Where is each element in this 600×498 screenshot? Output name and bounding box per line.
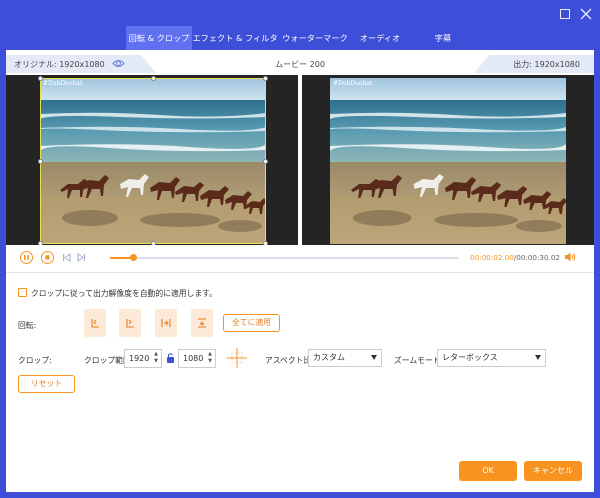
flip-horizontal-button[interactable]	[155, 309, 177, 337]
reset-button[interactable]: リセット	[18, 375, 75, 393]
playback-bar: 00:00:02.00/00:00:30.02	[6, 245, 594, 271]
tab-subtitles[interactable]: 字幕	[408, 26, 478, 50]
current-time: 00:00:02.00	[470, 253, 514, 262]
zoom-mode-value: レターボックス	[442, 353, 498, 362]
crop-box[interactable]	[38, 76, 268, 246]
stop-icon	[45, 255, 50, 260]
crop-height-stepper[interactable]: ▲ ▼	[206, 351, 214, 366]
crop-handle-top-right[interactable]	[263, 76, 268, 81]
video-watermark-text: #DubDeohat	[333, 80, 373, 87]
chevron-down-icon	[371, 355, 377, 360]
rotate-left-icon	[91, 319, 99, 328]
volume-icon[interactable]	[564, 251, 576, 263]
rotate-right-button[interactable]	[119, 309, 141, 337]
crop-handle-top-left[interactable]	[38, 76, 43, 81]
crop-width-value: 1920	[129, 354, 150, 363]
auto-apply-label: クロップに従って出力解像度を自動的に適用します。	[31, 289, 217, 298]
crop-handle-right[interactable]	[263, 159, 268, 164]
crop-handle-top[interactable]	[151, 76, 156, 81]
chevron-down-icon	[535, 355, 541, 360]
crop-width-stepper[interactable]: ▲ ▼	[152, 351, 160, 366]
progress-track[interactable]	[110, 257, 458, 259]
crop-label: クロップ:	[18, 356, 52, 365]
maximize-icon[interactable]	[560, 9, 570, 19]
pause-icon	[24, 255, 29, 260]
previous-frame-icon[interactable]	[62, 253, 71, 262]
aspect-ratio-select[interactable]: カスタム	[308, 349, 382, 367]
stop-button[interactable]	[41, 251, 54, 264]
rotate-label: 回転:	[18, 321, 37, 330]
rotate-right-icon	[126, 319, 134, 328]
zoom-mode-select[interactable]: レターボックス	[437, 349, 546, 367]
apply-to-all-button[interactable]: 全てに適用	[223, 314, 280, 332]
pause-button[interactable]	[20, 251, 33, 264]
center-crop-icon[interactable]	[226, 347, 248, 369]
tab-audio[interactable]: オーディオ	[352, 26, 408, 50]
flip-vertical-icon	[198, 318, 206, 328]
preview-info-bar: オリジナル: 1920x1080 ムービー 200 出力: 1920x1080	[6, 55, 594, 73]
tab-watermark[interactable]: ウォーターマーク	[278, 26, 352, 50]
aspect-ratio-value: カスタム	[313, 353, 345, 362]
crop-width-input[interactable]: 1920 ▲ ▼	[124, 349, 162, 368]
output-resolution-label: 出力: 1920x1080	[513, 60, 580, 69]
crop-handle-left[interactable]	[38, 159, 43, 164]
tab-rotate-crop[interactable]: 回転 & クロップ	[126, 26, 192, 50]
rotate-left-button[interactable]	[84, 309, 106, 337]
main-panel: オリジナル: 1920x1080 ムービー 200 出力: 1920x1080	[6, 50, 594, 492]
next-frame-icon[interactable]	[77, 253, 86, 262]
flip-horizontal-icon	[161, 319, 171, 327]
movie-title: ムービー 200	[275, 60, 325, 69]
auto-apply-checkbox[interactable]	[18, 288, 27, 297]
ok-button[interactable]: OK	[459, 461, 517, 481]
time-display: 00:00:02.00/00:00:30.02	[470, 253, 560, 262]
title-bar: 回転 & クロップ エフェクト & フィルター ウォーターマーク オーディオ 字…	[0, 0, 600, 67]
lock-aspect-icon[interactable]	[166, 352, 175, 364]
zoom-mode-label: ズームモード:	[394, 356, 444, 365]
close-icon[interactable]	[580, 8, 592, 20]
crop-height-value: 1080	[183, 354, 204, 363]
settings-area: クロップに従って出力解像度を自動的に適用します。 回転: 全てに適用 クロップ:…	[6, 272, 594, 492]
flip-vertical-button[interactable]	[191, 309, 213, 337]
crop-height-input[interactable]: 1080 ▲ ▼	[178, 349, 216, 368]
cancel-button[interactable]: キャンセル	[524, 461, 582, 481]
original-preview: #DubDeohat	[6, 75, 298, 246]
output-video-frame: #DubDeohat	[330, 78, 566, 244]
tab-bar: 回転 & クロップ エフェクト & フィルター ウォーターマーク オーディオ 字…	[126, 26, 478, 67]
aspect-ratio-label: アスペクト比:	[265, 356, 314, 365]
total-time: 00:00:30.02	[516, 253, 560, 262]
output-preview: #DubDeohat	[302, 75, 594, 245]
progress-handle[interactable]	[129, 254, 137, 261]
tab-effects-filters[interactable]: エフェクト & フィルター	[192, 26, 278, 67]
